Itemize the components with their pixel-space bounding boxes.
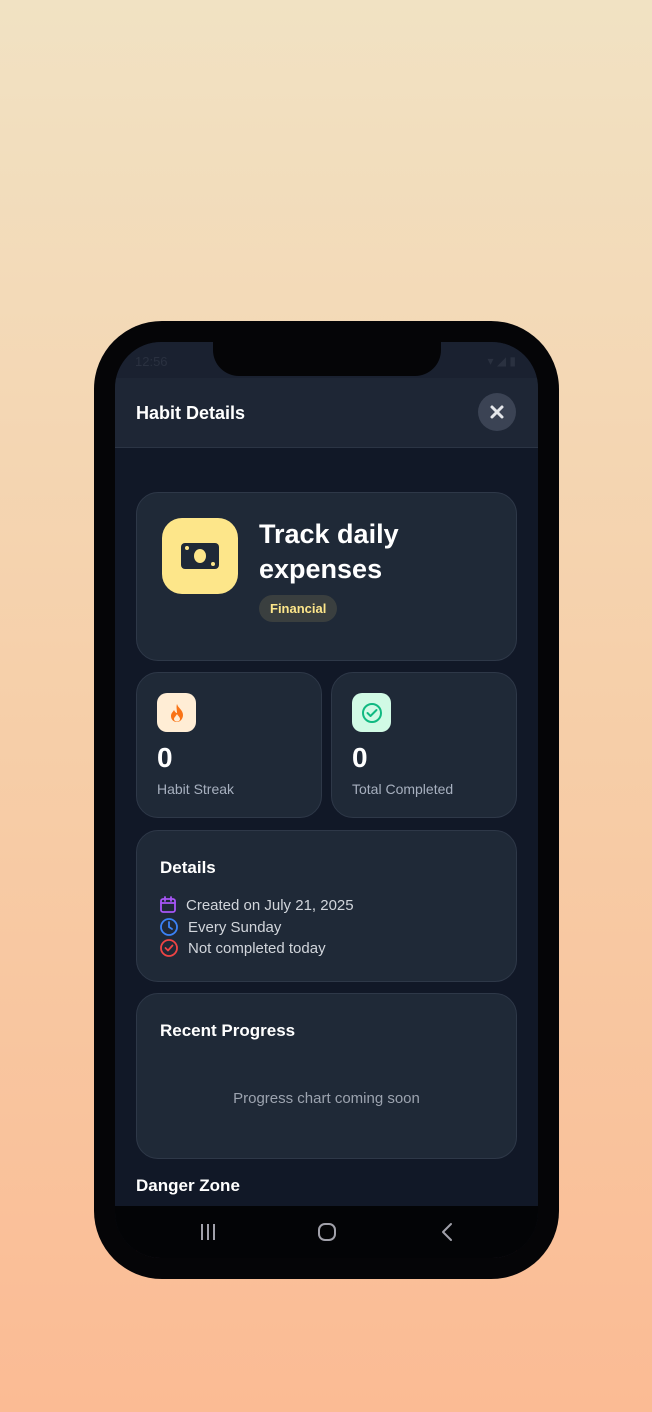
- close-icon: [490, 405, 504, 419]
- screen: 12:56 ▾ ◢ ▮ Habit Details Track daily ex…: [115, 342, 538, 1258]
- calendar-icon: [160, 896, 176, 913]
- check-circle-icon: [361, 702, 382, 723]
- habit-icon: [162, 518, 238, 594]
- close-button[interactable]: [478, 393, 516, 431]
- detail-frequency-text: Every Sunday: [188, 918, 282, 936]
- recent-apps-icon: [201, 1224, 215, 1240]
- phone-frame: 12:56 ▾ ◢ ▮ Habit Details Track daily ex…: [94, 321, 559, 1279]
- streak-label: Habit Streak: [157, 781, 235, 797]
- habit-streak-card: 0 Habit Streak: [136, 672, 322, 818]
- detail-created-text: Created on July 21, 2025: [186, 896, 354, 914]
- status-indicators-icon: ▾ ◢ ▮: [487, 354, 516, 368]
- home-button[interactable]: [312, 1218, 342, 1246]
- clock-icon: [160, 918, 178, 936]
- x-circle-icon: [160, 939, 178, 957]
- fire-icon: [170, 703, 183, 722]
- completed-label: Total Completed: [352, 781, 454, 797]
- danger-zone-title: Danger Zone: [136, 1176, 240, 1195]
- habit-summary-card: Track daily expenses Financial: [136, 492, 517, 661]
- money-icon: [181, 543, 219, 569]
- page-title: Habit Details: [136, 403, 246, 423]
- progress-title: Recent Progress: [160, 1021, 296, 1040]
- completed-icon-box: [352, 693, 391, 732]
- back-icon: [442, 1223, 452, 1241]
- streak-value: 0: [157, 742, 173, 773]
- modal-header: Habit Details: [115, 378, 538, 448]
- recent-apps-button[interactable]: [193, 1218, 223, 1246]
- completed-value: 0: [352, 742, 368, 773]
- detail-status: Not completed today: [159, 938, 326, 958]
- total-completed-card: 0 Total Completed: [331, 672, 517, 818]
- streak-icon-box: [157, 693, 196, 732]
- category-badge: Financial: [259, 595, 338, 622]
- habit-title: Track daily expenses: [259, 519, 399, 584]
- home-icon: [318, 1223, 336, 1241]
- system-navigation-bar: [115, 1206, 538, 1258]
- detail-status-text: Not completed today: [188, 939, 326, 957]
- status-time: 12:56: [135, 354, 168, 369]
- detail-created: Created on July 21, 2025: [159, 896, 354, 914]
- details-title: Details: [160, 858, 216, 877]
- progress-placeholder: Progress chart coming soon: [233, 1090, 420, 1107]
- detail-frequency: Every Sunday: [159, 917, 281, 937]
- back-button[interactable]: [432, 1218, 462, 1246]
- notch: [213, 342, 441, 376]
- details-card: Details Created on July 21, 2025 Every S…: [136, 830, 517, 982]
- recent-progress-card: Recent Progress Progress chart coming so…: [136, 993, 517, 1159]
